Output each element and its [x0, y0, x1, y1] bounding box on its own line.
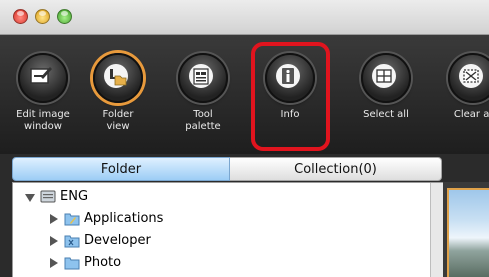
minimize-window-button[interactable]: [35, 9, 50, 24]
tree-item-label: ENG: [60, 189, 89, 204]
tool-palette-button[interactable]: Tool palette: [168, 45, 238, 133]
view-tabs: Folder Collection(0): [12, 157, 442, 181]
tree-item-label: Developer: [84, 233, 151, 248]
tool-label: Select all: [363, 109, 409, 120]
disclosure-collapsed-icon[interactable]: [50, 214, 58, 224]
disclosure-collapsed-icon[interactable]: [50, 258, 58, 268]
developer-folder-icon: [64, 233, 80, 248]
thumbnail-area: [443, 182, 489, 277]
disclosure-collapsed-icon[interactable]: [50, 236, 58, 246]
tab-folder[interactable]: Folder: [12, 157, 230, 181]
select-all-button[interactable]: Select all: [351, 45, 421, 121]
clear-all-button[interactable]: Clear al: [438, 45, 489, 121]
select-all-icon: [361, 53, 411, 103]
tool-palette-icon: [178, 53, 228, 103]
close-window-button[interactable]: [13, 9, 28, 24]
folder-view-button[interactable]: Folder view: [83, 45, 153, 133]
tab-collection[interactable]: Collection(0): [230, 157, 442, 181]
folder-view-icon: [93, 53, 143, 103]
title-bar: [0, 0, 489, 35]
hard-drive-icon: [40, 189, 56, 204]
clear-all-icon: [448, 53, 489, 103]
tool-label: Folder view: [102, 109, 134, 132]
tree-item-applications[interactable]: Applications: [13, 209, 423, 229]
app-window: Edit image window Folder view Tool palet…: [0, 0, 489, 277]
applications-folder-icon: [64, 211, 80, 226]
info-highlight-frame: [251, 42, 330, 151]
image-thumbnail[interactable]: [447, 188, 489, 277]
disclosure-expanded-icon[interactable]: [25, 194, 35, 202]
zoom-window-button[interactable]: [57, 9, 72, 24]
tree-scrollbar[interactable]: [430, 183, 444, 277]
tree-item-root[interactable]: ENG: [13, 187, 423, 207]
edit-image-window-button[interactable]: Edit image window: [8, 45, 78, 133]
folder-tree: ENG Applications Developer Photo: [12, 182, 444, 277]
tool-label: Edit image window: [16, 109, 70, 132]
tree-item-label: Photo: [84, 255, 122, 270]
tree-item-photo[interactable]: Photo: [13, 253, 423, 273]
tree-item-label: Applications: [84, 211, 164, 226]
toolbar: Edit image window Folder view Tool palet…: [0, 35, 489, 154]
tool-label: Clear al: [453, 109, 489, 120]
edit-image-icon: [18, 53, 68, 103]
photo-folder-icon: [64, 255, 80, 270]
tool-label: Tool palette: [185, 109, 221, 132]
tree-item-developer[interactable]: Developer: [13, 231, 423, 251]
